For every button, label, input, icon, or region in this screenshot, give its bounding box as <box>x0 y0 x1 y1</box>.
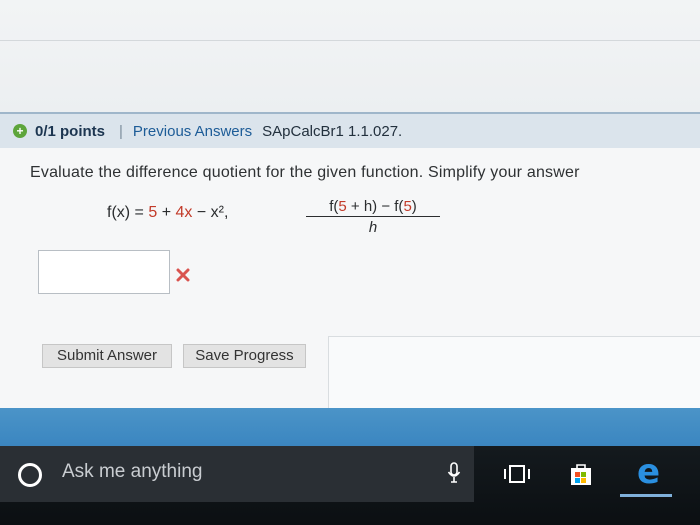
function-term-linear: 4x <box>175 204 193 221</box>
points-label: 0/1 points <box>35 122 106 140</box>
question-text: Evaluate the difference quotient for the… <box>30 164 580 181</box>
page-top-area <box>0 0 700 112</box>
store-icon[interactable] <box>569 462 593 486</box>
question-header: + 0/1 points | Previous Answers SApCalcB… <box>0 112 700 148</box>
numerator-value-a: 5 <box>338 198 347 215</box>
expand-plus-icon[interactable]: + <box>13 124 27 138</box>
side-panel <box>328 336 700 408</box>
microphone-icon[interactable] <box>447 462 461 484</box>
numerator-middle: + h) − f( <box>346 198 404 215</box>
cortana-icon[interactable] <box>18 463 42 487</box>
numerator-prefix: f( <box>329 198 339 215</box>
header-separator: | <box>119 122 123 140</box>
quotient-denominator: h <box>368 219 378 236</box>
function-lhs: f(x) = <box>107 204 149 221</box>
desktop-band <box>0 408 700 446</box>
incorrect-x-icon <box>176 268 190 282</box>
active-app-indicator <box>620 494 672 497</box>
function-definition: f(x) = 5 + 4x − x², <box>107 204 228 222</box>
answer-input[interactable] <box>38 250 170 294</box>
problem-code: SApCalcBr1 1.1.027. <box>262 122 403 140</box>
quotient-numerator: f(5 + h) − f(5) <box>306 198 440 217</box>
windows-taskbar: Ask me anything e <box>0 446 700 525</box>
function-plus: + <box>157 204 176 221</box>
cortana-search-box[interactable]: Ask me anything <box>0 446 474 502</box>
edge-icon[interactable]: e <box>637 452 660 492</box>
difference-quotient: f(5 + h) − f(5) h <box>306 198 440 236</box>
previous-answers-link[interactable]: Previous Answers <box>133 123 252 140</box>
question-body: Evaluate the difference quotient for the… <box>0 148 700 408</box>
save-progress-button[interactable]: Save Progress <box>183 344 306 368</box>
function-term-constant: 5 <box>148 204 158 221</box>
divider <box>0 40 700 41</box>
numerator-value-b: 5 <box>403 198 412 215</box>
task-view-icon[interactable] <box>503 463 531 485</box>
submit-answer-button[interactable]: Submit Answer <box>42 344 172 368</box>
search-placeholder: Ask me anything <box>62 461 203 482</box>
function-rest: − x², <box>192 204 229 221</box>
numerator-suffix: ) <box>411 198 417 215</box>
